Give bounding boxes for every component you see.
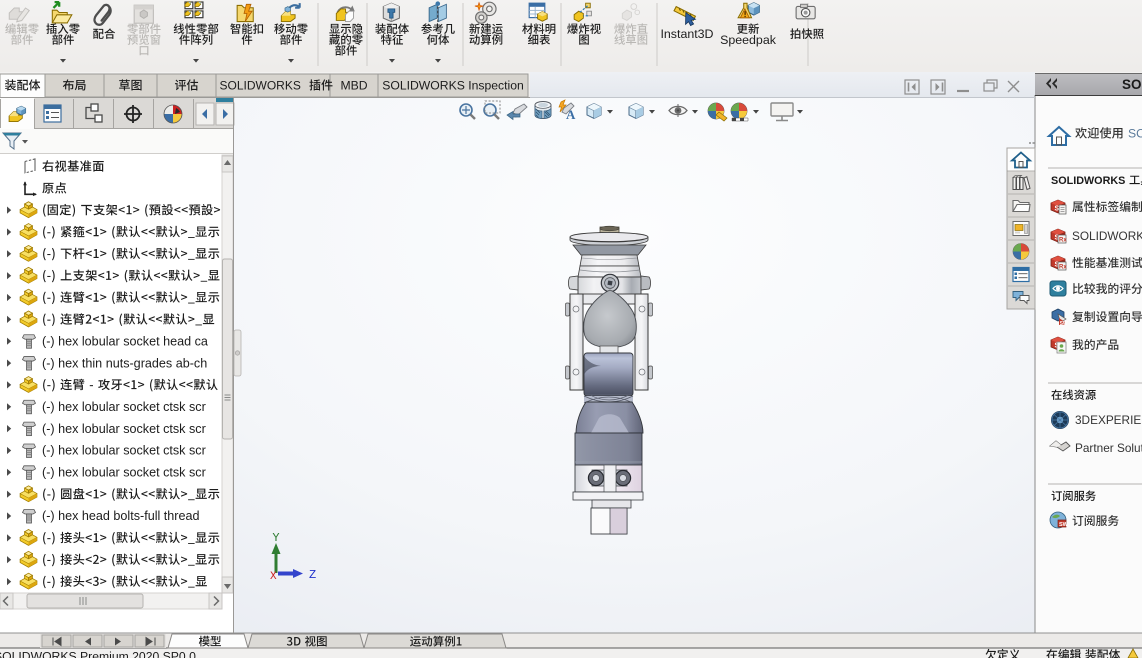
svg-text:Y: Y — [272, 531, 279, 545]
svg-text:Instant3D: Instant3D — [660, 27, 713, 41]
svg-text:Rx: Rx — [1059, 238, 1067, 244]
svg-text:SOLIDWORKS: SOLIDWORKS — [1072, 229, 1142, 243]
svg-text:SOLIDWORKS Premium 2020 SP0.0: SOLIDWORKS Premium 2020 SP0.0 — [0, 650, 196, 658]
svg-text:SOL: SOL — [1122, 77, 1142, 92]
svg-text:Speedpak: Speedpak — [720, 33, 777, 47]
svg-text:(-) hex thin nuts-grades ab-ch: (-) hex thin nuts-grades ab-ch — [42, 356, 207, 370]
svg-text:Z: Z — [309, 568, 316, 582]
svg-text:3DEXPERIENCE: 3DEXPERIENCE — [1075, 413, 1142, 427]
svg-text:SOLIDWORKS: SOLIDWORKS — [1051, 175, 1125, 187]
svg-text:SW: SW — [1060, 321, 1068, 327]
svg-text:(-) hex head bolts-full thread: (-) hex head bolts-full thread — [42, 509, 200, 523]
svg-text:A: A — [566, 107, 576, 122]
svg-text:MBD: MBD — [340, 79, 367, 93]
svg-text:(-) hex lobular socket head ca: (-) hex lobular socket head ca — [42, 334, 208, 348]
svg-text:SO: SO — [1128, 127, 1142, 141]
svg-text:(-) hex lobular socket ctsk sc: (-) hex lobular socket ctsk scr — [42, 444, 206, 458]
svg-text:(-) hex lobular socket ctsk sc: (-) hex lobular socket ctsk scr — [42, 466, 206, 480]
svg-text:Rx: Rx — [1059, 265, 1067, 271]
svg-text:(-) hex lobular socket ctsk sc: (-) hex lobular socket ctsk scr — [42, 400, 206, 414]
svg-text:(-) hex lobular socket ctsk sc: (-) hex lobular socket ctsk scr — [42, 422, 206, 436]
svg-text:Partner Solut: Partner Solut — [1075, 441, 1142, 455]
svg-text:SW: SW — [1059, 522, 1069, 528]
svg-text:X: X — [270, 571, 277, 583]
svg-text:SOLIDWORKS Inspection: SOLIDWORKS Inspection — [382, 79, 524, 93]
svg-text:SOLIDWORKS: SOLIDWORKS — [220, 79, 301, 93]
